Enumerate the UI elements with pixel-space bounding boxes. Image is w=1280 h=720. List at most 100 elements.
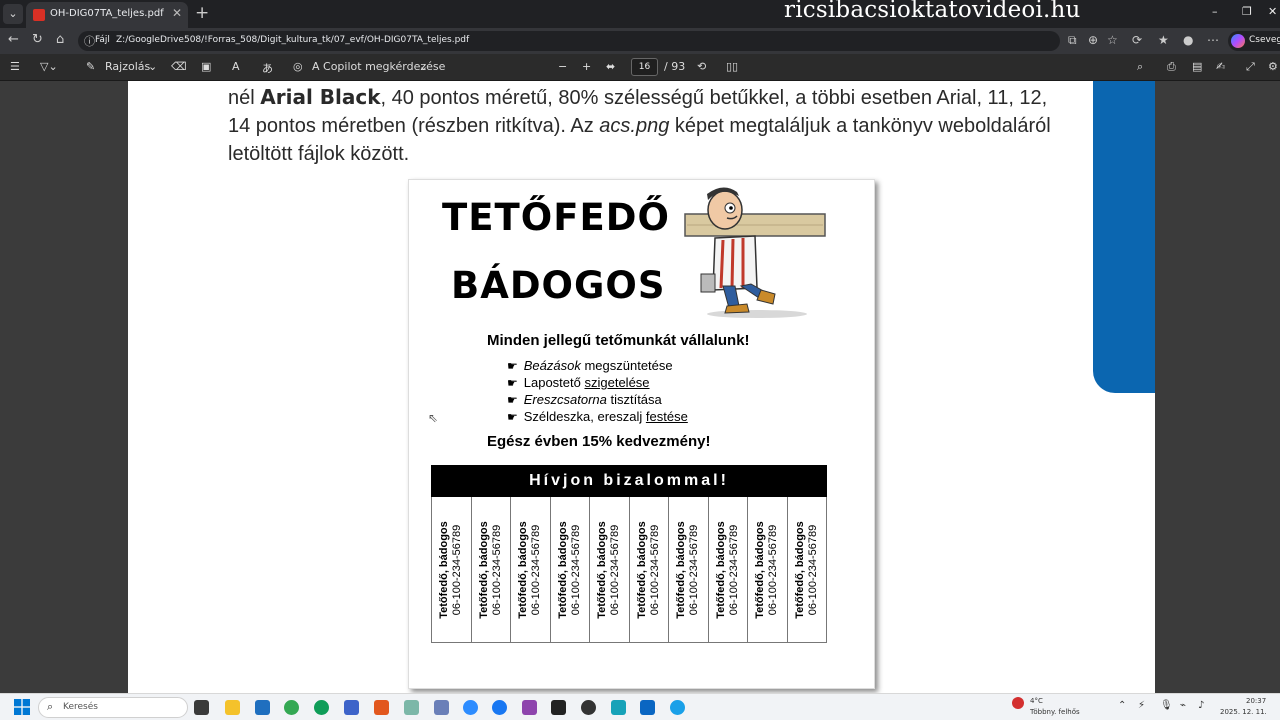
strip-phone: 06-100-234-56789 <box>569 524 582 615</box>
strip-phone: 06-100-234-56789 <box>490 524 503 615</box>
page-view-icon[interactable]: ▯▯ <box>726 60 738 73</box>
microphone-icon[interactable]: 🎙 <box>1160 700 1173 711</box>
text-box-icon[interactable]: ▣ <box>201 60 211 73</box>
profile-avatar-icon[interactable]: ● <box>1183 33 1193 47</box>
strip-phone: 06-100-234-56789 <box>727 524 740 615</box>
print-icon[interactable]: ⎙ <box>1167 60 1176 74</box>
address-bar-row: ← ↻ ⌂ ⓘ Fájl Z:/GoogleDrive508/!Forras_5… <box>0 28 1280 54</box>
eraser-icon[interactable]: ⌫ <box>171 60 187 73</box>
tab-pdf[interactable]: OH-DIG07TA_teljes.pdf ✕ <box>26 2 188 28</box>
copilot-ask-icon[interactable]: ◎ <box>293 60 303 73</box>
ask-copilot-dropdown-icon[interactable]: ⌄ <box>419 60 428 73</box>
tear-off-strip: Tetőfedő, bádogos 06-100-234-56789 <box>669 497 709 642</box>
back-icon[interactable]: ← <box>8 32 19 47</box>
wifi-icon[interactable]: ⌁ <box>1180 700 1186 711</box>
tray-overflow-icon[interactable]: ⌃ <box>1118 700 1126 711</box>
window-close-icon[interactable]: ✕ <box>1268 5 1277 18</box>
tear-off-strip: Tetőfedő, bádogos 06-100-234-56789 <box>748 497 788 642</box>
draw-button[interactable]: Rajzolás <box>105 60 150 73</box>
tear-off-strip: Tetőfedő, bádogos 06-100-234-56789 <box>511 497 551 642</box>
favorite-add-icon[interactable]: ☆ <box>1107 33 1118 47</box>
bullet-text: szigetelése <box>584 375 650 390</box>
rotate-icon[interactable]: ⟲ <box>697 60 706 73</box>
pointing-hand-icon: ☛ <box>507 410 518 424</box>
settings-gear-icon[interactable]: ⚙ <box>1268 60 1278 73</box>
paragraph-text: nél <box>228 87 261 109</box>
pdf-viewer[interactable]: nél Arial Black, 40 pontos méretű, 80% s… <box>0 81 1280 693</box>
tab-list-dropdown-icon[interactable]: ⌄ <box>3 4 23 24</box>
pointing-hand-icon: ☛ <box>507 376 518 390</box>
file-explorer-icon[interactable] <box>225 700 240 715</box>
highlight-icon[interactable]: ▽⌄ <box>40 60 58 73</box>
flyer-bullet: ☛ Széldeszka, ereszalj festése <box>507 409 688 424</box>
extensions-icon[interactable]: ⟳ <box>1132 33 1142 47</box>
media-app-icon[interactable] <box>522 700 537 715</box>
messenger-icon[interactable] <box>463 700 478 715</box>
search-icon[interactable]: ⌕ <box>1137 60 1143 74</box>
photos-icon[interactable] <box>404 700 419 715</box>
zoom-icon[interactable]: ⊕ <box>1088 33 1098 47</box>
refresh-icon[interactable]: ↻ <box>32 32 43 47</box>
weather-alert-icon[interactable] <box>1012 697 1024 709</box>
reader-icon[interactable]: ⧉ <box>1068 33 1077 48</box>
strip-name: Tetőfedő, bádogos <box>596 520 609 619</box>
contents-icon[interactable]: ☰ <box>10 60 20 73</box>
url-field[interactable]: ⓘ Fájl Z:/GoogleDrive508/!Forras_508/Dig… <box>78 31 1060 51</box>
tear-off-strips: Tetőfedő, bádogos 06-100-234-56789 Tetőfe… <box>431 497 827 643</box>
tab-close-icon[interactable]: ✕ <box>172 6 182 20</box>
url-path: Z:/GoogleDrive508/!Forras_508/Digit_kult… <box>116 35 470 45</box>
clock-date: 2025. 12. 11. <box>1220 708 1267 716</box>
pointing-hand-icon: ☛ <box>507 359 518 373</box>
strip-name: Tetőfedő, bádogos <box>754 520 767 619</box>
utility-app-icon[interactable] <box>434 700 449 715</box>
windows-start-icon[interactable] <box>14 699 30 715</box>
fit-page-icon[interactable]: ⬌ <box>606 60 615 73</box>
flyer-title-line2: BÁDOGOS <box>451 264 666 307</box>
site-info-icon[interactable]: ⓘ <box>84 33 95 49</box>
pycharm-icon[interactable] <box>551 700 566 715</box>
page-paragraph: nél Arial Black, 40 pontos méretű, 80% s… <box>228 83 1068 168</box>
save-app-icon[interactable] <box>344 700 359 715</box>
facebook-icon[interactable] <box>492 700 507 715</box>
network-status-icon[interactable]: ⚡ <box>1138 700 1145 711</box>
save-as-icon[interactable]: ✍ <box>1216 60 1225 73</box>
favorites-icon[interactable]: ★ <box>1158 33 1169 47</box>
maximize-icon[interactable]: ❐ <box>1242 5 1252 18</box>
edge-icon[interactable] <box>670 700 685 715</box>
zoom-out-icon[interactable]: − <box>558 60 567 73</box>
home-icon[interactable]: ⌂ <box>56 32 64 47</box>
copilot-button[interactable]: Csevegés <box>1228 31 1280 51</box>
paragraph-filename: acs.png <box>599 115 670 137</box>
copilot-label: Csevegés <box>1249 35 1280 45</box>
read-aloud-icon[interactable]: A <box>232 60 240 73</box>
browser-tab-bar: ⌄ OH-DIG07TA_teljes.pdf ✕ + ricsibacsiok… <box>0 0 1280 28</box>
volume-icon[interactable]: ♪ <box>1198 700 1204 711</box>
tab-title: OH-DIG07TA_teljes.pdf <box>50 8 164 19</box>
page-number-input[interactable]: 16 <box>631 58 658 76</box>
flyer-headline: Minden jellegű tetőmunkát vállalunk! <box>487 332 750 349</box>
edge-dev-icon[interactable] <box>314 700 329 715</box>
page-blue-margin-band <box>1093 81 1155 393</box>
save-icon[interactable]: ▤ <box>1192 60 1202 73</box>
taskbar-search[interactable]: ⌕ Keresés <box>38 697 188 718</box>
zoom-in-icon[interactable]: + <box>582 60 591 73</box>
translate-icon[interactable]: あ <box>262 60 273 76</box>
more-menu-icon[interactable]: ⋯ <box>1207 33 1219 47</box>
task-view-icon[interactable] <box>194 700 209 715</box>
recorder-icon[interactable] <box>581 700 596 715</box>
fullscreen-icon[interactable]: ⤢ <box>1246 60 1255 74</box>
strip-name: Tetőfedő, bádogos <box>635 520 648 619</box>
bullet-text: Ereszcsatorna <box>523 392 607 407</box>
strip-phone: 06-100-234-56789 <box>530 524 543 615</box>
calculator-icon[interactable] <box>611 700 626 715</box>
office-app-icon[interactable] <box>374 700 389 715</box>
copilot-logo-icon <box>1231 34 1245 48</box>
new-tab-icon[interactable]: + <box>195 3 209 23</box>
draw-dropdown-icon[interactable]: ⌄ <box>148 60 157 73</box>
minimize-icon[interactable]: – <box>1212 5 1218 18</box>
draw-icon[interactable]: ✎ <box>86 60 95 73</box>
strip-name: Tetőfedő, bádogos <box>793 520 806 619</box>
outlook-icon[interactable] <box>640 700 655 715</box>
store-icon[interactable] <box>255 700 270 715</box>
chrome-icon[interactable] <box>284 700 299 715</box>
